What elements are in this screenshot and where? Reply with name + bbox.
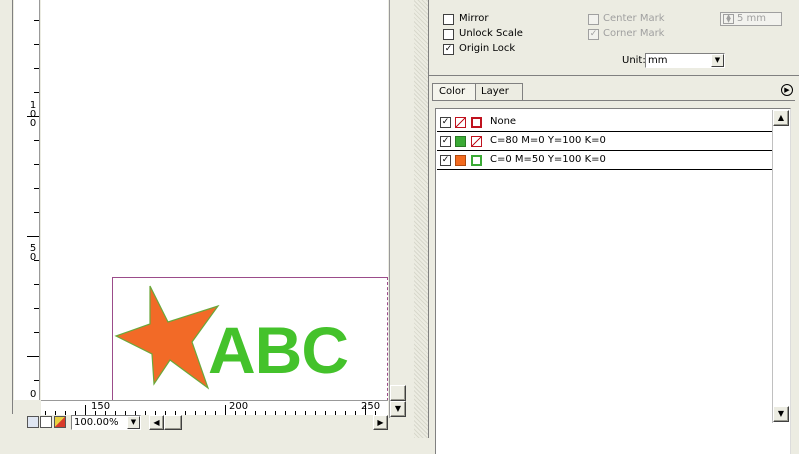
scroll-right-button[interactable]: ▶ (373, 415, 388, 430)
window-border (10, 0, 13, 414)
panel-menu-icon[interactable]: ▶ (781, 84, 793, 96)
corner-mark-checkbox[interactable]: ✓ (588, 29, 599, 40)
ruler-tick (27, 236, 39, 237)
mark-size-value: 5 mm (737, 13, 767, 24)
horizontal-ruler: 150 200 250 (41, 400, 388, 415)
tab-divider (432, 100, 795, 101)
stroke-none-icon (471, 136, 482, 147)
color-preview-icon[interactable] (54, 416, 66, 428)
arrow-right-icon: ▶ (377, 418, 384, 427)
center-mark-label: Center Mark (603, 13, 665, 24)
arrow-up-icon: ▲ (777, 113, 785, 122)
ruler-tick (34, 308, 39, 309)
fill-swatch-icon (455, 136, 466, 147)
ruler-tick (225, 405, 226, 415)
stepper-arrows-icon[interactable]: ▲ ▼ (723, 14, 734, 24)
scroll-down-button[interactable]: ▼ (773, 406, 789, 422)
ruler-tick (34, 44, 39, 45)
panel-separator (414, 0, 428, 438)
horizontal-scroll-thumb[interactable] (164, 415, 182, 430)
ruler-label: 250 (361, 401, 381, 412)
scroll-left-button[interactable]: ◀ (149, 415, 164, 430)
mirror-label: Mirror (459, 13, 489, 24)
zoom-value: 100.00% (74, 417, 119, 428)
color-name: C=80 M=0 Y=100 K=0 (490, 135, 606, 146)
corner-mark-label: Corner Mark (603, 28, 665, 39)
zoom-select[interactable]: 100.00% ▼ (71, 415, 141, 430)
chevron-down-icon[interactable]: ▼ (711, 54, 724, 67)
ruler-tick (34, 68, 39, 69)
fill-swatch-icon (455, 155, 466, 166)
mirror-checkbox[interactable] (443, 14, 454, 25)
color-row[interactable]: ✓ None (437, 113, 772, 132)
ruler-tick (34, 164, 39, 165)
star-polygon[interactable] (114, 285, 220, 390)
canvas-statusbar: 100.00% ▼ ◀ ▶ (24, 415, 389, 430)
ruler-tick (34, 380, 39, 381)
color-visible-checkbox[interactable]: ✓ (440, 155, 451, 166)
origin-lock-label: Origin Lock (459, 43, 516, 54)
ruler-tick (85, 405, 86, 415)
ruler-label: 50 (29, 243, 37, 263)
page-layout-icon[interactable] (40, 416, 52, 428)
chevron-down-icon[interactable]: ▼ (127, 416, 140, 429)
ruler-label: 150 (91, 401, 111, 412)
vertical-ruler: 100 50 (14, 0, 40, 400)
ruler-tick (27, 356, 39, 357)
ruler-tick (34, 20, 39, 21)
arrow-left-icon: ◀ (153, 418, 160, 427)
arrow-down-icon: ▼ (777, 409, 785, 418)
color-list[interactable]: ✓ None ✓ C=80 M=0 Y=100 K=0 ✓ C=0 M=50 Y… (435, 108, 791, 454)
mark-size-stepper[interactable]: ▲ ▼ 5 mm (720, 12, 782, 26)
scroll-thumb[interactable] (390, 385, 406, 401)
color-visible-checkbox[interactable]: ✓ (440, 117, 451, 128)
ruler-tick (34, 284, 39, 285)
ruler-tick (34, 140, 39, 141)
check-icon: ✓ (589, 29, 598, 39)
color-visible-checkbox[interactable]: ✓ (440, 136, 451, 147)
artwork-text[interactable]: ABC (208, 314, 349, 386)
stroke-swatch-icon (471, 155, 482, 166)
color-row[interactable]: ✓ C=80 M=0 Y=100 K=0 (437, 132, 772, 151)
canvas-window: 100 50 0 ABC ▼ 150 200 250 100.00% ▼ ◀ ▶ (0, 0, 414, 438)
unit-label: Unit: (622, 55, 646, 66)
color-layer-panel: Color Layer ▶ ✓ None ✓ C=80 M=0 Y=100 K=… (428, 76, 799, 454)
fill-none-icon (455, 117, 466, 128)
ruler-label: 0 (30, 389, 37, 400)
unit-value: mm (648, 55, 668, 66)
unlock-scale-label: Unlock Scale (459, 28, 523, 39)
scroll-down-button[interactable]: ▼ (390, 401, 406, 417)
color-list-scrollbar[interactable]: ▲ ▼ (772, 110, 789, 423)
view-mode-icon[interactable] (27, 416, 39, 428)
center-mark-checkbox[interactable] (588, 14, 599, 25)
ruler-label: 100 (29, 100, 37, 129)
unit-select[interactable]: mm ▼ (645, 53, 725, 68)
tab-layer[interactable]: Layer (475, 83, 523, 100)
color-name: C=0 M=50 Y=100 K=0 (490, 154, 606, 165)
ruler-tick (34, 332, 39, 333)
color-row[interactable]: ✓ C=0 M=50 Y=100 K=0 (437, 151, 772, 170)
ruler-tick (34, 188, 39, 189)
color-name: None (490, 116, 517, 127)
ruler-label: 200 (229, 401, 249, 412)
origin-lock-checkbox[interactable]: ✓ (443, 44, 454, 55)
stroke-swatch-icon (471, 117, 482, 128)
scroll-up-button[interactable]: ▲ (773, 110, 789, 126)
vertical-scrollbar[interactable]: ▼ (389, 0, 406, 418)
check-icon: ✓ (444, 44, 453, 54)
unlock-scale-checkbox[interactable] (443, 29, 454, 40)
tab-color[interactable]: Color (432, 83, 476, 100)
ruler-tick (34, 212, 39, 213)
arrow-down-icon: ▼ (394, 404, 402, 413)
ruler-tick (34, 92, 39, 93)
